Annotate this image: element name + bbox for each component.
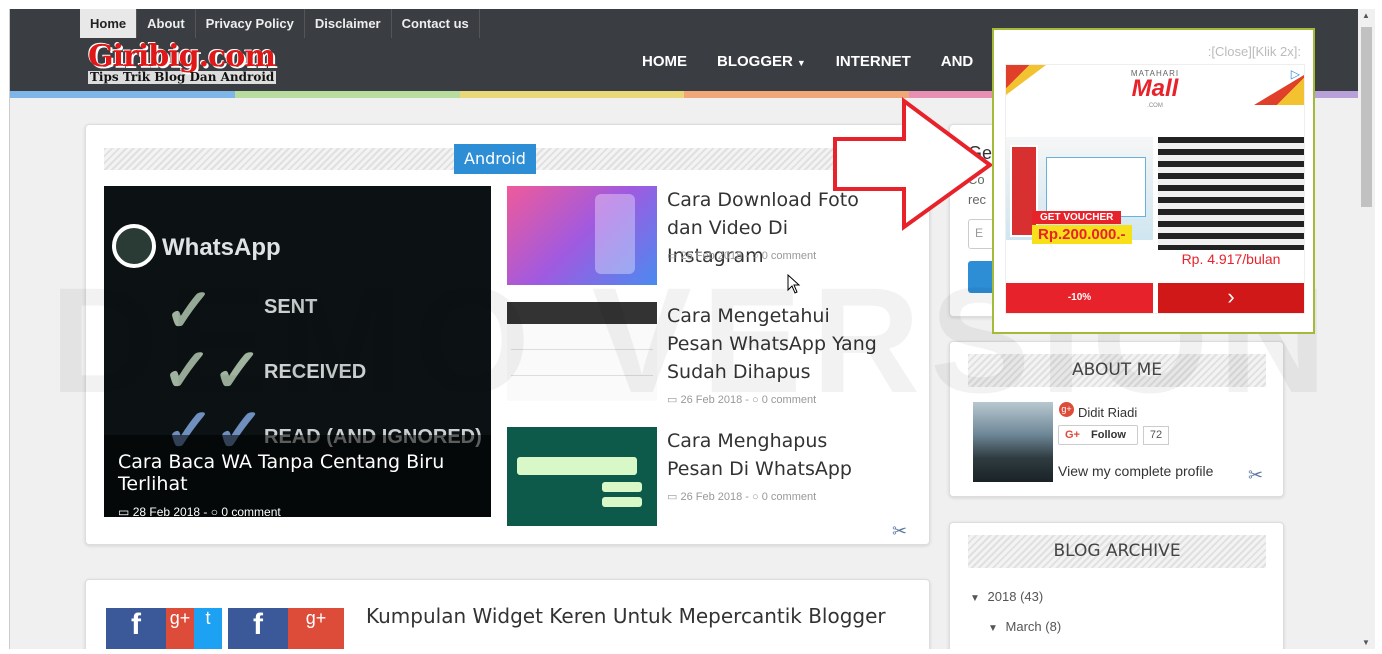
mainnav-blogger[interactable]: BLOGGER ▼ — [717, 53, 806, 70]
chat-bubble — [602, 497, 642, 507]
mainnav-android[interactable]: AND — [941, 53, 974, 70]
caret-down-icon: ▼ — [988, 623, 998, 634]
top-nav: Home About Privacy Policy Disclaimer Con… — [80, 9, 480, 38]
follow-label: Follow — [1091, 429, 1126, 441]
caret-down-icon: ▼ — [970, 593, 980, 604]
comment-icon: ○ — [752, 491, 759, 503]
big-post-title[interactable]: Cara Baca WA Tanpa Centang Biru Terlihat — [118, 451, 477, 495]
mainnav-internet[interactable]: INTERNET — [836, 53, 911, 70]
post-comments-3[interactable]: 0 comment — [762, 491, 816, 503]
mouse-cursor-icon — [787, 274, 801, 294]
calendar-icon: ▭ — [667, 491, 678, 503]
product-price: Rp. 4.917/bulan — [1158, 251, 1304, 267]
archive-year[interactable]: 2018 — [988, 589, 1017, 604]
post-date-3: 26 Feb 2018 - — [680, 491, 753, 503]
google-plus-icon: g+ — [166, 608, 194, 649]
ad-popup: :[Close][Klik 2x]: ▷ MATAHARI Mall .COM … — [992, 28, 1315, 334]
topnav-home[interactable]: Home — [80, 9, 138, 38]
edit-tools-icon[interactable]: ✂ — [1248, 465, 1263, 486]
brand-sub: .COM — [1147, 103, 1163, 109]
archive-month-row[interactable]: ▼ March (8) — [988, 619, 1061, 634]
big-post-comments[interactable]: 0 comment — [221, 505, 280, 517]
chat-bubble — [517, 457, 637, 475]
archive-month[interactable]: March — [1006, 619, 1042, 634]
twitter-icon: t — [194, 608, 222, 649]
comment-icon: ○ — [210, 505, 218, 517]
second-post-title[interactable]: Kumpulan Widget Keren Untuk Mepercantik … — [366, 604, 886, 628]
chevron-right-icon: › — [1227, 284, 1235, 309]
chat-bubble — [602, 482, 642, 492]
main-nav: HOME BLOGGER ▼ INTERNET AND — [642, 53, 1003, 70]
post-thumbnail[interactable]: f g+ t f g+ — [106, 608, 346, 649]
topnav-about[interactable]: About — [137, 9, 196, 38]
big-post-date: 28 Feb 2018 - — [132, 505, 211, 517]
ad-close-link[interactable]: :[Close][Klik 2x]: — [1208, 44, 1301, 59]
archive-card: BLOG ARCHIVE ▼ 2018 (43) ▼ March (8) — [949, 522, 1284, 649]
fashion-product-image — [1158, 137, 1304, 250]
facebook-icon: f — [106, 608, 166, 649]
discount-button[interactable]: -10% — [1006, 283, 1153, 313]
scroll-up-icon[interactable]: ▲ — [1362, 11, 1370, 20]
next-arrow-button[interactable]: › — [1158, 283, 1304, 313]
follower-count: 72 — [1143, 426, 1169, 445]
calendar-icon: ▭ — [118, 505, 130, 517]
site-logo[interactable]: Giribig.com Tips Trik Blog Dan Android — [88, 39, 277, 84]
google-plus-icon: G+ — [1065, 429, 1080, 441]
archive-year-row[interactable]: ▼ 2018 (43) — [970, 589, 1043, 604]
big-post-caption: Cara Baca WA Tanpa Centang Biru Terlihat… — [104, 435, 491, 517]
archive-month-count: (8) — [1045, 619, 1062, 634]
facebook-icon: f — [228, 608, 288, 649]
brand-logo: Mall — [1131, 75, 1179, 102]
caret-down-icon: ▼ — [796, 58, 806, 68]
vertical-scrollbar[interactable]: ▲ ▼ — [1358, 9, 1375, 649]
post-title-3[interactable]: Cara Menghapus Pesan Di WhatsApp — [667, 427, 887, 483]
ad-banner[interactable]: ▷ MATAHARI Mall .COM GET VOUCHER Rp.200.… — [1005, 64, 1305, 314]
edit-tools-icon[interactable]: ✂ — [892, 521, 907, 542]
follow-button[interactable]: G+ Follow — [1058, 425, 1138, 445]
browser-viewport: Home About Privacy Policy Disclaimer Con… — [9, 9, 1358, 649]
topnav-privacy[interactable]: Privacy Policy — [196, 9, 305, 38]
post-meta-3: ▭ 26 Feb 2018 - ○ 0 comment — [667, 490, 816, 503]
voucher-amount: Rp.200.000.- — [1032, 225, 1132, 244]
post-thumb-3[interactable] — [507, 427, 657, 526]
big-post-meta: ▭ 28 Feb 2018 - ○ 0 comment — [118, 505, 477, 517]
mainnav-blogger-label: BLOGGER — [717, 53, 793, 70]
logo-tagline: Tips Trik Blog Dan Android — [88, 70, 277, 84]
post-card: f g+ t f g+ Kumpulan Widget Keren Untuk … — [85, 579, 930, 649]
voucher-text: GET VOUCHER — [1032, 211, 1122, 224]
google-plus-icon: g+ — [288, 608, 344, 649]
logo-title: Giribig.com — [88, 39, 276, 74]
archive-year-count: (43) — [1020, 589, 1044, 604]
archive-title: BLOG ARCHIVE — [1053, 541, 1181, 561]
mainnav-home[interactable]: HOME — [642, 53, 687, 70]
topnav-disclaimer[interactable]: Disclaimer — [305, 9, 392, 38]
category-badge[interactable]: Android — [454, 144, 536, 174]
red-arrow-annotation — [833, 97, 994, 231]
view-profile-link[interactable]: View my complete profile — [1058, 463, 1213, 479]
voucher-card — [1046, 157, 1146, 217]
scroll-down-icon[interactable]: ▼ — [1362, 638, 1370, 647]
discount-label: -10% — [1067, 292, 1092, 303]
scrollbar-thumb[interactable] — [1361, 27, 1372, 207]
topnav-contact[interactable]: Contact us — [392, 9, 480, 38]
